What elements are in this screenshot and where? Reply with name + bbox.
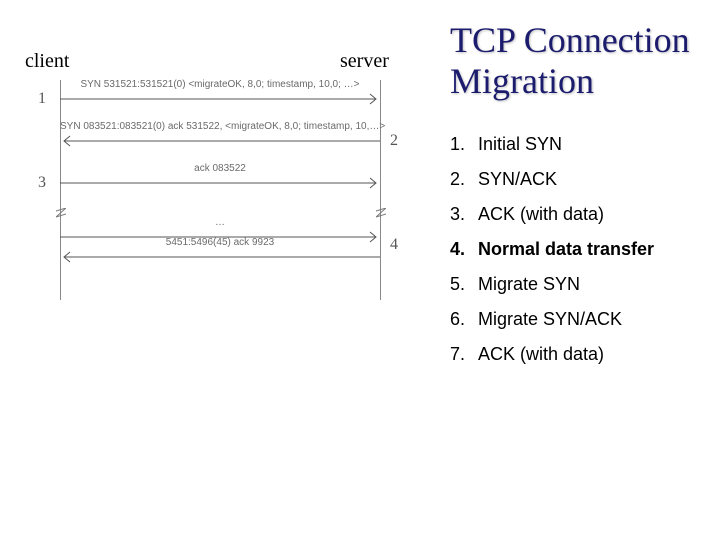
bullet-item-1: 1.Initial SYN (450, 127, 710, 162)
bullet-text: ACK (with data) (478, 204, 604, 225)
bullet-item-4: 4.Normal data transfer (450, 232, 710, 267)
bullet-item-3: 3.ACK (with data) (450, 197, 710, 232)
lifeline-server (380, 80, 381, 300)
bullet-num: 2. (450, 169, 478, 190)
actor-server-label: server (340, 50, 389, 73)
bullet-num: 6. (450, 309, 478, 330)
arrow-4b: 5451:5496(45) ack 9923 (60, 250, 380, 264)
step-number-1: 1 (38, 90, 46, 108)
bullet-num: 4. (450, 239, 478, 260)
arrow-4b-caption: 5451:5496(45) ack 9923 (60, 237, 380, 248)
diagram-panel: client server 1 SYN 531521:531521(0) <mi… (0, 0, 430, 540)
slide: client server 1 SYN 531521:531521(0) <mi… (0, 0, 720, 540)
actor-client-label: client (25, 50, 69, 73)
sequence-diagram: client server 1 SYN 531521:531521(0) <mi… (20, 40, 420, 320)
arrow-2-caption: SYN 083521:083521(0) ack 531522, <migrat… (60, 121, 380, 132)
arrow-1: SYN 531521:531521(0) <migrateOK, 8,0; ti… (60, 92, 380, 106)
step-number-3: 3 (38, 174, 46, 192)
bullet-item-7: 7.ACK (with data) (450, 337, 710, 372)
slide-title: TCP Connection Migration (450, 20, 710, 103)
lifeline-client (60, 80, 61, 300)
arrow-2: SYN 083521:083521(0) ack 531522, <migrat… (60, 134, 380, 148)
bullet-text: Normal data transfer (478, 239, 654, 260)
bullet-num: 3. (450, 204, 478, 225)
bullet-item-2: 2.SYN/ACK (450, 162, 710, 197)
step-number-2: 2 (390, 132, 398, 150)
arrow-1-caption: SYN 531521:531521(0) <migrateOK, 8,0; ti… (60, 79, 380, 90)
arrow-3-caption: ack 083522 (60, 163, 380, 174)
bullet-text: SYN/ACK (478, 169, 557, 190)
bullet-item-5: 5.Migrate SYN (450, 267, 710, 302)
arrow-4a-caption: … (60, 217, 380, 228)
arrow-3: ack 083522 (60, 176, 380, 190)
bullet-item-6: 6.Migrate SYN/ACK (450, 302, 710, 337)
bullet-num: 7. (450, 344, 478, 365)
bullet-text: Migrate SYN/ACK (478, 309, 622, 330)
bullet-list: 1.Initial SYN 2.SYN/ACK 3.ACK (with data… (450, 127, 710, 372)
bullet-text: Initial SYN (478, 134, 562, 155)
text-panel: TCP Connection Migration 1.Initial SYN 2… (430, 0, 720, 540)
bullet-text: Migrate SYN (478, 274, 580, 295)
bullet-num: 5. (450, 274, 478, 295)
bullet-text: ACK (with data) (478, 344, 604, 365)
step-number-4: 4 (390, 236, 398, 254)
bullet-num: 1. (450, 134, 478, 155)
